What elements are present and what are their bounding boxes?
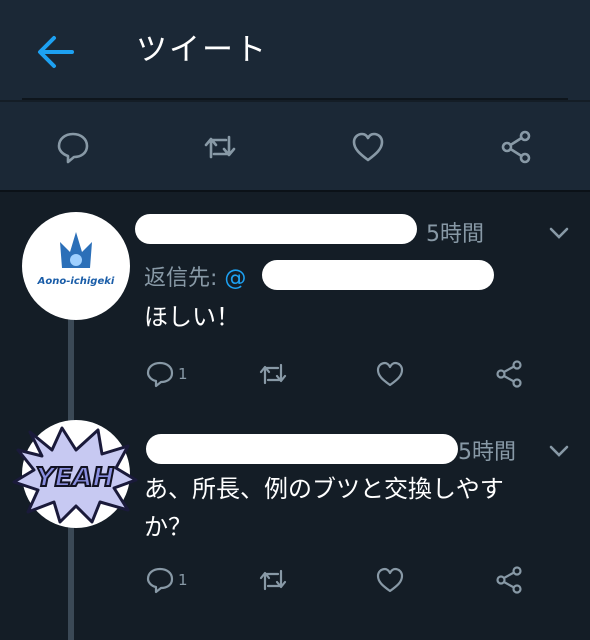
retweet-icon[interactable] — [202, 129, 238, 165]
reply-to-label: 返信先: @ — [144, 260, 246, 292]
like-icon[interactable] — [350, 129, 386, 165]
app-header: ツイート — [0, 0, 590, 100]
reply-count: 1 — [178, 365, 188, 383]
main-tweet-action-bar — [0, 102, 590, 192]
header-divider — [22, 98, 568, 100]
reply-handle[interactable]: @ — [224, 266, 246, 291]
reply-icon[interactable] — [55, 129, 91, 165]
reply-icon[interactable] — [145, 565, 175, 595]
like-icon[interactable] — [375, 565, 405, 595]
avatar-logo-text: Aono-ichigeki — [37, 276, 115, 287]
yeah-burst-icon: YEAH — [12, 426, 138, 524]
page-title: ツイート — [136, 32, 268, 68]
tweet-text-line: か？ — [144, 513, 192, 541]
chevron-down-icon[interactable] — [548, 444, 570, 458]
tweet-text-line: あ、所長、例のブツと交換しやす — [144, 475, 504, 503]
reply-tweet[interactable]: YEAH 5時間 あ、所長、例のブツと交換しやす か？ 1 — [0, 420, 590, 630]
reply-count: 1 — [178, 571, 188, 589]
tweet-time: 5時間 — [426, 222, 484, 247]
reply-tweet[interactable]: Aono-ichigeki 5時間 返信先: @ ほしい！ 1 — [0, 210, 590, 420]
share-icon[interactable] — [494, 359, 524, 389]
arrow-left-icon[interactable] — [36, 32, 76, 72]
retweet-icon[interactable] — [258, 565, 288, 595]
tweet-text: ほしい！ — [144, 303, 240, 331]
chevron-down-icon[interactable] — [548, 226, 570, 240]
avatar-yeah-text: YEAH — [36, 463, 115, 493]
crown-logo-icon — [60, 232, 92, 268]
avatar[interactable]: Aono-ichigeki — [22, 212, 130, 320]
redacted-username — [146, 434, 458, 464]
reply-prefix: 返信先: — [144, 266, 218, 291]
reply-icon[interactable] — [145, 359, 175, 389]
redacted-handle — [262, 260, 494, 290]
retweet-icon[interactable] — [258, 359, 288, 389]
share-icon[interactable] — [498, 129, 534, 165]
tweet-text: あ、所長、例のブツと交換しやす か？ — [144, 470, 504, 546]
share-icon[interactable] — [494, 565, 524, 595]
redacted-username — [135, 214, 417, 244]
tweet-time: 5時間 — [458, 440, 516, 465]
like-icon[interactable] — [375, 359, 405, 389]
